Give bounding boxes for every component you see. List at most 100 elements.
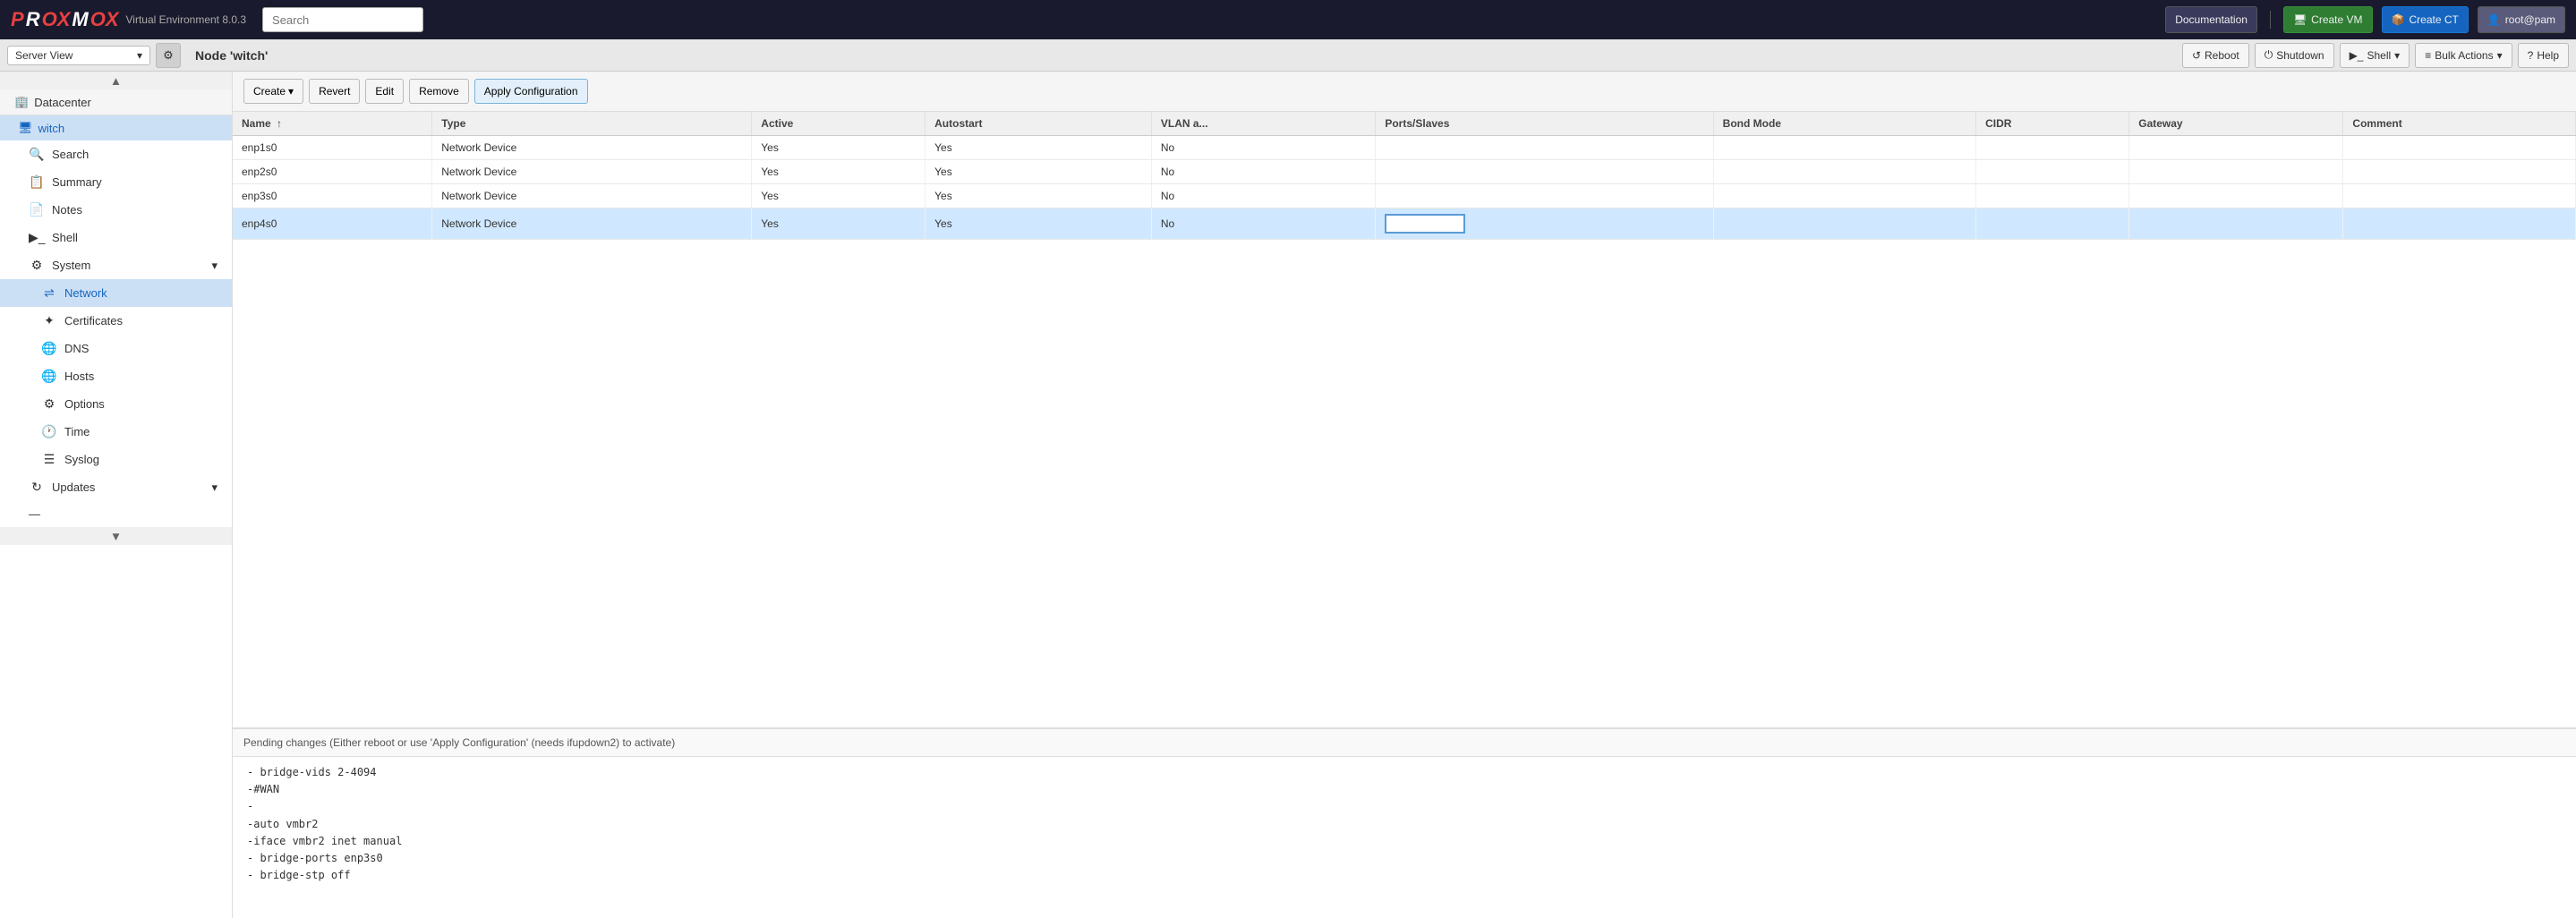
syslog-icon: ☰	[41, 452, 57, 467]
col-type[interactable]: Type	[432, 112, 752, 136]
logo: P R OX M OX Virtual Environment 8.0.3	[11, 8, 246, 31]
table-row[interactable]: enp1s0Network DeviceYesYesNo	[233, 136, 2576, 160]
sidebar-item-syslog[interactable]: ☰ Syslog	[0, 446, 232, 473]
sidebar-updates-label: Updates	[52, 480, 95, 494]
col-bond[interactable]: Bond Mode	[1713, 112, 1975, 136]
pending-section: Pending changes (Either reboot or use 'A…	[233, 728, 2576, 918]
sidebar: ▲ 🏢 Datacenter 🖥 witch 🔍 Search 📋 Summar…	[0, 72, 233, 918]
sidebar-item-shell[interactable]: ▶_ Shell	[0, 224, 232, 251]
node-label: witch	[38, 122, 65, 135]
content-area: Create ▾ Revert Edit Remove Apply Config…	[233, 72, 2576, 918]
sidebar-item-network[interactable]: ⇌ Network	[0, 279, 232, 307]
revert-button[interactable]: Revert	[309, 79, 360, 104]
sidebar-scroll-down[interactable]: ▼	[0, 527, 232, 545]
col-cidr[interactable]: CIDR	[1976, 112, 2129, 136]
notes-icon: 📄	[29, 202, 45, 217]
sidebar-notes-label: Notes	[52, 203, 82, 217]
sidebar-network-label: Network	[64, 286, 107, 300]
dropdown-arrow-icon: ▾	[137, 49, 142, 62]
col-autostart[interactable]: Autostart	[925, 112, 1152, 136]
search-icon: 🔍	[29, 147, 45, 162]
table-row[interactable]: enp4s0Network DeviceYesYesNo	[233, 208, 2576, 240]
node-title: Node 'witch'	[195, 48, 2177, 63]
sidebar-item-witch[interactable]: 🖥 witch	[0, 115, 232, 140]
sidebar-item-notes[interactable]: 📄 Notes	[0, 196, 232, 224]
bulk-actions-button[interactable]: ≡ Bulk Actions ▾	[2415, 43, 2512, 68]
hosts-icon: 🌐	[41, 369, 57, 384]
ct-icon: 📦	[2392, 13, 2405, 26]
network-table-wrapper[interactable]: Name ↑ Type Active Autostart VLAN a... P…	[233, 112, 2576, 728]
product-version: Virtual Environment 8.0.3	[126, 13, 247, 26]
reboot-button[interactable]: ↺ Reboot	[2182, 43, 2249, 68]
shutdown-button[interactable]: ⏻ Shutdown	[2255, 43, 2334, 68]
shell-icon: ▶_	[29, 230, 45, 245]
datacenter-icon: 🏢	[14, 95, 29, 109]
sidebar-item-certificates[interactable]: ✦ Certificates	[0, 307, 232, 335]
datacenter-label: Datacenter	[34, 96, 91, 109]
power-icon: ⏻	[2265, 48, 2273, 62]
create-network-button[interactable]: Create ▾	[243, 79, 303, 104]
certificates-icon: ✦	[41, 313, 57, 328]
search-input[interactable]	[262, 7, 423, 32]
sidebar-item-dns[interactable]: 🌐 DNS	[0, 335, 232, 362]
ports-slaves-input[interactable]	[1385, 214, 1465, 234]
content-toolbar: Create ▾ Revert Edit Remove Apply Config…	[233, 72, 2576, 112]
table-row[interactable]: enp2s0Network DeviceYesYesNo	[233, 160, 2576, 184]
sidebar-search-label: Search	[52, 148, 89, 161]
terminal-icon: ▶_	[2350, 49, 2364, 62]
summary-icon: 📋	[29, 174, 45, 190]
node-icon: 🖥	[18, 121, 33, 135]
sidebar-syslog-label: Syslog	[64, 453, 99, 466]
remove-button[interactable]: Remove	[409, 79, 469, 104]
network-icon: ⇌	[41, 285, 57, 301]
top-header: P R OX M OX Virtual Environment 8.0.3 Do…	[0, 0, 2576, 39]
bulk-dropdown-icon: ▾	[2497, 49, 2503, 62]
updates-icon: ↻	[29, 480, 45, 495]
sidebar-dns-label: DNS	[64, 342, 89, 355]
col-ports[interactable]: Ports/Slaves	[1376, 112, 1713, 136]
sidebar-item-datacenter[interactable]: 🏢 Datacenter	[0, 89, 232, 115]
vm-icon: 🖥	[2293, 13, 2307, 26]
sidebar-summary-label: Summary	[52, 175, 102, 189]
sidebar-item-dash: —	[0, 501, 232, 527]
dns-icon: 🌐	[41, 341, 57, 356]
table-row[interactable]: enp3s0Network DeviceYesYesNo	[233, 184, 2576, 208]
sidebar-item-summary[interactable]: 📋 Summary	[0, 168, 232, 196]
sidebar-certificates-label: Certificates	[64, 314, 123, 327]
sidebar-item-options[interactable]: ⚙ Options	[0, 390, 232, 418]
edit-button[interactable]: Edit	[365, 79, 404, 104]
sidebar-item-system[interactable]: ⚙ System ▾	[0, 251, 232, 279]
network-table: Name ↑ Type Active Autostart VLAN a... P…	[233, 112, 2576, 240]
shell-dropdown-icon: ▾	[2394, 49, 2400, 62]
col-name[interactable]: Name ↑	[233, 112, 432, 136]
create-ct-button[interactable]: 📦 Create CT	[2382, 6, 2469, 33]
sidebar-scroll-up[interactable]: ▲	[0, 72, 232, 89]
user-icon: 👤	[2487, 13, 2501, 26]
shell-button[interactable]: ▶_ Shell ▾	[2340, 43, 2410, 68]
system-expand-icon: ▾	[211, 259, 218, 273]
sidebar-item-time[interactable]: 🕐 Time	[0, 418, 232, 446]
pending-code: - bridge-vids 2-4094-#WAN--auto vmbr2-if…	[233, 757, 2576, 918]
create-dropdown-icon: ▾	[288, 85, 294, 98]
sidebar-system-label: System	[52, 259, 90, 272]
create-vm-button[interactable]: 🖥 Create VM	[2283, 6, 2373, 33]
col-gateway[interactable]: Gateway	[2129, 112, 2343, 136]
help-icon: ?	[2528, 49, 2534, 62]
main-layout: ▲ 🏢 Datacenter 🖥 witch 🔍 Search 📋 Summar…	[0, 72, 2576, 918]
documentation-button[interactable]: Documentation	[2165, 6, 2257, 33]
sidebar-shell-label: Shell	[52, 231, 78, 244]
pending-header: Pending changes (Either reboot or use 'A…	[233, 729, 2576, 757]
sidebar-item-search[interactable]: 🔍 Search	[0, 140, 232, 168]
help-button[interactable]: ? Help	[2518, 43, 2569, 68]
apply-config-button[interactable]: Apply Configuration	[474, 79, 588, 104]
gear-button[interactable]: ⚙	[156, 43, 181, 68]
col-comment[interactable]: Comment	[2343, 112, 2576, 136]
server-view-select[interactable]: Server View ▾	[7, 46, 150, 65]
col-active[interactable]: Active	[752, 112, 925, 136]
sidebar-item-hosts[interactable]: 🌐 Hosts	[0, 362, 232, 390]
sidebar-hosts-label: Hosts	[64, 370, 94, 383]
user-button[interactable]: 👤 root@pam	[2478, 6, 2565, 33]
col-vlan[interactable]: VLAN a...	[1151, 112, 1375, 136]
sidebar-item-updates[interactable]: ↻ Updates ▾	[0, 473, 232, 501]
updates-expand-icon: ▾	[211, 480, 218, 495]
